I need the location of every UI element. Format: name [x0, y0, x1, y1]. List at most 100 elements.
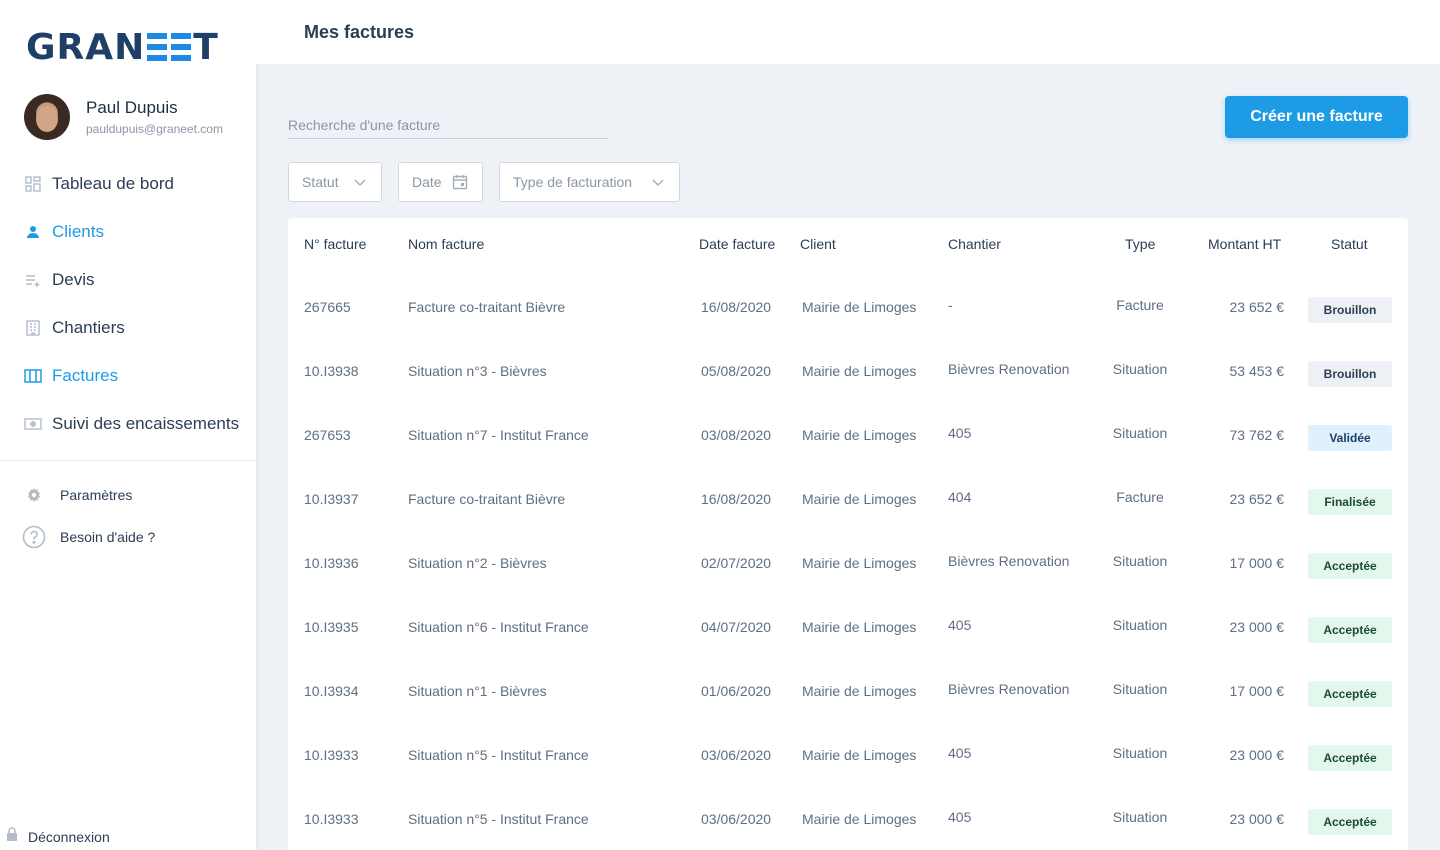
settings-label: Paramètres	[60, 487, 133, 503]
cell-number: 10.I3934	[304, 683, 359, 699]
cell-number: 10.I3935	[304, 619, 359, 635]
status-badge: Brouillon	[1308, 361, 1392, 387]
cell-site: 405	[948, 425, 972, 441]
cell-client: Mairie de Limoges	[802, 363, 917, 379]
status-badge: Acceptée	[1308, 745, 1392, 771]
status-badge: Acceptée	[1308, 809, 1392, 835]
lock-icon	[6, 827, 18, 846]
cell-name: Situation n°7 - Institut France	[408, 427, 589, 443]
table-row[interactable]: 10.I3937 Facture co-traitant Bièvre 16/08/…	[288, 466, 1408, 530]
column-header-type[interactable]: Type	[1125, 236, 1155, 252]
table-row[interactable]: 267665 Facture co-traitant Bièvre 16/08/20…	[288, 274, 1408, 338]
column-header-number[interactable]: N° facture	[304, 236, 366, 252]
table-row[interactable]: 10.I3934 Situation n°1 - Bièvres 01/06/202…	[288, 658, 1408, 722]
page-title: Mes factures	[304, 22, 415, 42]
sidebar-item-label: Suivi des encaissements	[52, 414, 240, 433]
cell-client: Mairie de Limoges	[802, 491, 917, 507]
dashboard-icon	[24, 175, 42, 193]
search-input[interactable]	[288, 112, 608, 139]
cell-amount: 23 652 €	[1229, 299, 1285, 315]
column-header-name[interactable]: Nom facture	[408, 236, 484, 252]
column-header-amount[interactable]: Montant HT	[1208, 236, 1281, 252]
column-header-site[interactable]: Chantier	[948, 236, 1001, 252]
cell-amount: 23 652 €	[1229, 491, 1285, 507]
billing-type-filter-select[interactable]: Type de facturation	[499, 162, 680, 202]
cell-amount: 23 000 €	[1229, 747, 1285, 763]
cell-number: 267665	[304, 299, 351, 315]
cell-date: 02/07/2020	[701, 555, 772, 571]
cell-client: Mairie de Limoges	[802, 811, 917, 827]
logo-ee-mark	[147, 33, 168, 61]
create-invoice-button[interactable]: Créer une facture	[1225, 96, 1408, 138]
building-icon	[24, 319, 42, 337]
table-row[interactable]: 10.I3938 Situation n°3 - Bièvres 05/08/202…	[288, 338, 1408, 402]
status-badge: Acceptée	[1308, 553, 1392, 579]
cell-amount: 17 000 €	[1229, 555, 1285, 571]
table-row[interactable]: 10.I3936 Situation n°2 - Bièvres 02/07/202…	[288, 530, 1408, 594]
cell-date: 03/06/2020	[701, 747, 772, 763]
cell-date: 03/06/2020	[701, 811, 772, 827]
table-row[interactable]: 10.I3935 Situation n°6 - Institut France 0…	[288, 594, 1408, 658]
cell-amount: 73 762 €	[1229, 427, 1285, 443]
cell-number: 10.I3938	[304, 363, 359, 379]
column-header-status[interactable]: Statut	[1331, 236, 1368, 252]
invoices-table: N° facture Nom facture Date facture Clie…	[288, 218, 1408, 850]
settings-link[interactable]: Paramètres	[0, 483, 256, 507]
help-icon	[22, 525, 46, 549]
sidebar-nav: Tableau de bord Clients Devis Chantiers …	[0, 160, 256, 448]
cell-name: Facture co-traitant Bièvre	[408, 491, 566, 507]
user-name: Paul Dupuis	[86, 98, 178, 117]
sidebar-item-tableau-de-bord[interactable]: Tableau de bord	[0, 160, 256, 208]
cell-number: 10.I3933	[304, 747, 359, 763]
cell-date: 04/07/2020	[701, 619, 772, 635]
logout-link[interactable]: Déconnexion	[6, 827, 110, 846]
cell-number: 10.I3936	[304, 555, 359, 571]
cell-date: 16/08/2020	[701, 491, 772, 507]
status-badge: Acceptée	[1308, 681, 1392, 707]
cell-type: Facture	[1116, 297, 1164, 313]
cell-site: 405	[948, 617, 972, 633]
sidebar-item-label: Chantiers	[52, 318, 125, 337]
cell-name: Situation n°1 - Bièvres	[408, 683, 547, 699]
status-filter-label: Statut	[302, 174, 339, 190]
table-row[interactable]: 267653 Situation n°7 - Institut France 03/…	[288, 402, 1408, 466]
sidebar-item-devis[interactable]: Devis	[0, 256, 256, 304]
cell-name: Situation n°6 - Institut France	[408, 619, 589, 635]
date-filter-picker[interactable]: Date	[398, 162, 483, 202]
cell-amount: 23 000 €	[1229, 619, 1285, 635]
cell-client: Mairie de Limoges	[802, 747, 917, 763]
table-row[interactable]: 10.I3933 Situation n°5 - Institut France 0…	[288, 722, 1408, 786]
sidebar-item-label: Factures	[52, 366, 119, 385]
billing-type-filter-label: Type de facturation	[513, 174, 633, 190]
cell-site: 405	[948, 745, 972, 761]
sidebar-item-label: Devis	[52, 270, 95, 289]
status-filter-select[interactable]: Statut	[288, 162, 382, 202]
date-filter-label: Date	[412, 174, 442, 190]
cell-date: 01/06/2020	[701, 683, 772, 699]
column-header-client[interactable]: Client	[800, 236, 836, 252]
cell-site: -	[948, 297, 953, 313]
help-label: Besoin d'aide ?	[60, 529, 156, 545]
logout-label: Déconnexion	[28, 828, 110, 845]
graneet-logo[interactable]: GRAN T	[26, 27, 219, 68]
sidebar-item-clients[interactable]: Clients	[0, 208, 256, 256]
gear-icon	[22, 483, 46, 507]
cell-date: 03/08/2020	[701, 427, 772, 443]
sidebar-item-label: Clients	[52, 222, 104, 241]
column-header-date[interactable]: Date facture	[699, 236, 775, 252]
status-badge: Acceptée	[1308, 617, 1392, 643]
cell-number: 10.I3933	[304, 811, 359, 827]
sidebar-item-suivi-des-encaissements[interactable]: Suivi des encaissements	[0, 400, 256, 448]
cell-type: Situation	[1112, 745, 1168, 761]
cell-client: Mairie de Limoges	[802, 555, 917, 571]
sidebar-item-chantiers[interactable]: Chantiers	[0, 304, 256, 352]
sidebar-item-factures[interactable]: Factures	[0, 352, 256, 400]
help-link[interactable]: Besoin d'aide ?	[0, 525, 256, 549]
cell-site: 404	[948, 489, 972, 505]
cell-name: Situation n°3 - Bièvres	[408, 363, 547, 379]
user-profile[interactable]: Paul Dupuis pauldupuis@graneet.com	[24, 94, 223, 140]
table-row[interactable]: 10.I3933 Situation n°5 - Institut France 0…	[288, 786, 1408, 850]
status-badge: Finalisée	[1308, 489, 1392, 515]
cash-icon	[24, 415, 42, 433]
cell-date: 05/08/2020	[701, 363, 772, 379]
